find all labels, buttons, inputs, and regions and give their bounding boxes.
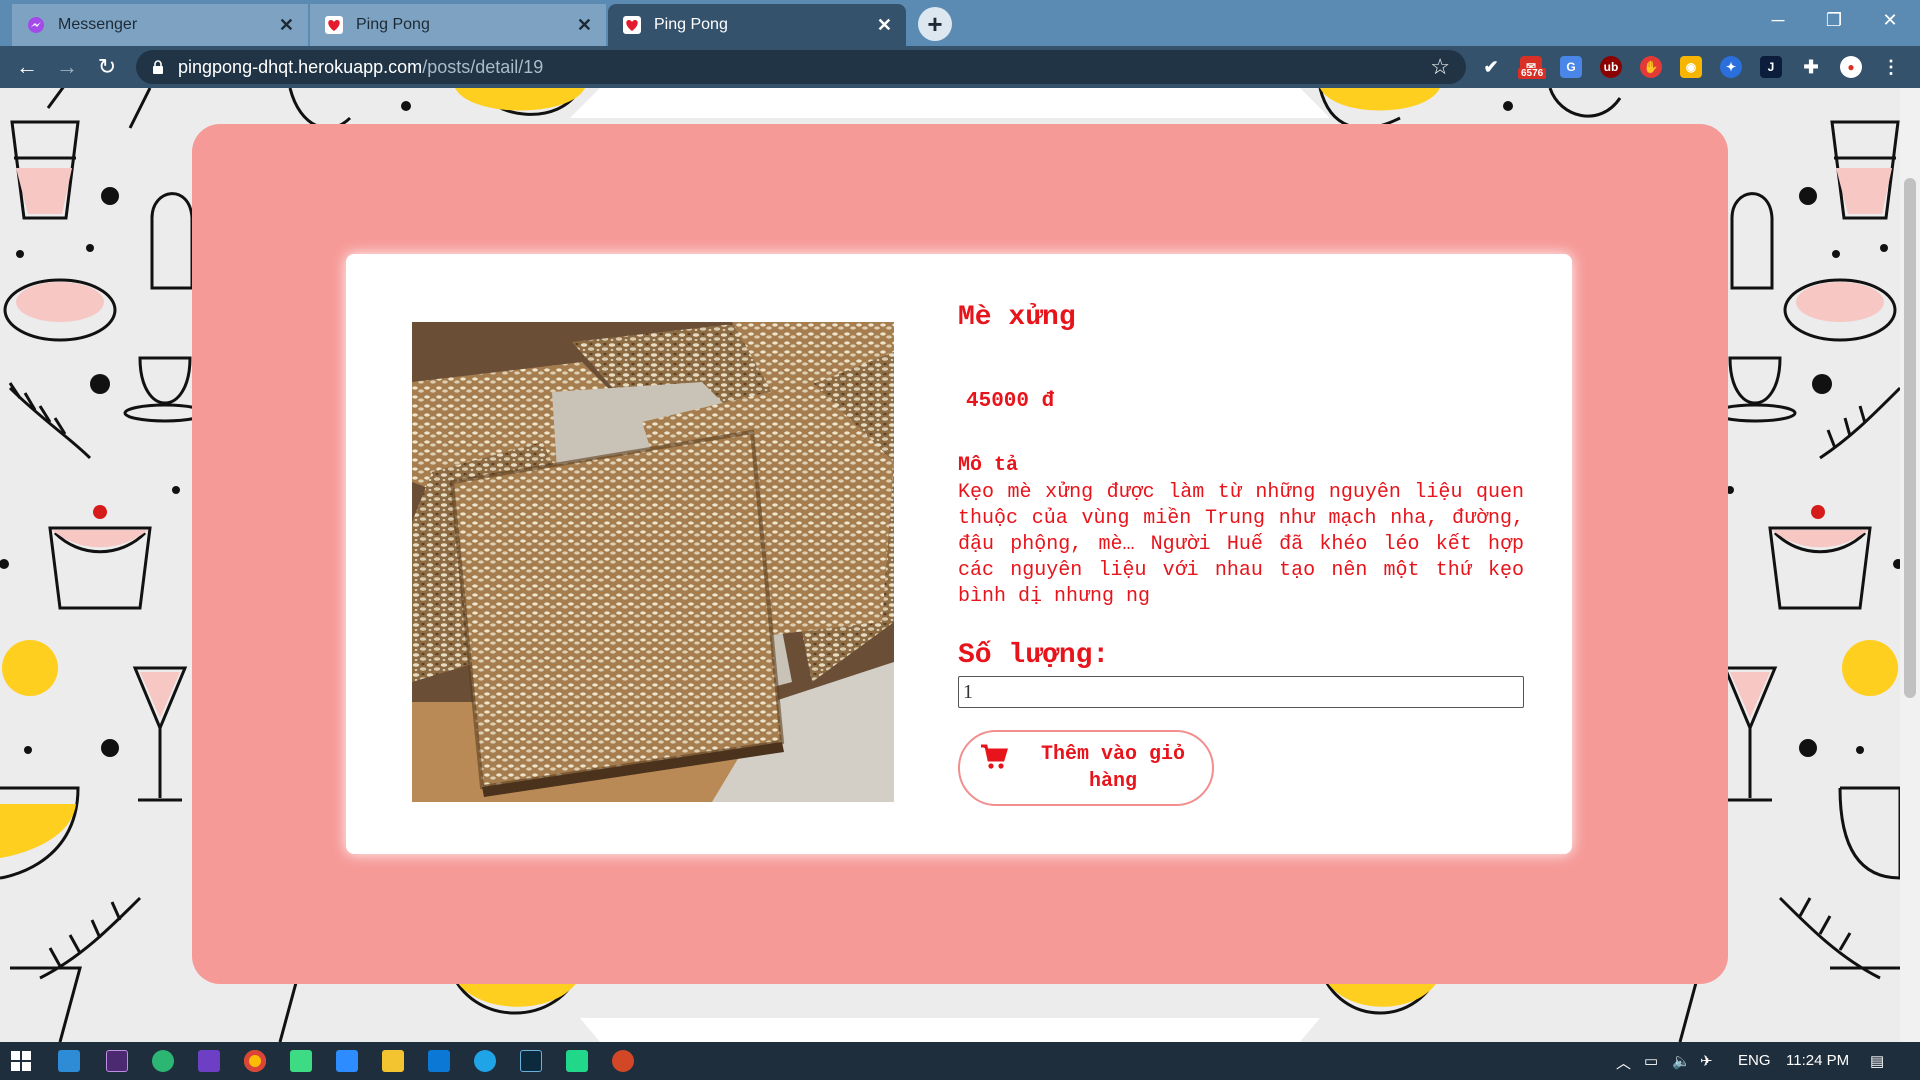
battery-icon[interactable]: ▭: [1644, 1052, 1658, 1070]
file-explorer-icon[interactable]: [382, 1050, 404, 1072]
heart-icon: [324, 15, 344, 35]
restore-icon[interactable]: ❐: [1806, 0, 1862, 40]
add-to-cart-label: Thêm vào giỏ hàng: [1040, 743, 1186, 793]
notification-icon[interactable]: ▤: [1870, 1052, 1884, 1070]
tab-title: Ping Pong: [356, 16, 430, 33]
premiere-icon[interactable]: [106, 1050, 128, 1072]
close-tab-icon[interactable]: ✕: [279, 15, 294, 36]
close-tab-icon[interactable]: ✕: [877, 15, 892, 36]
address-bar[interactable]: pingpong-dhqt.herokuapp.com/posts/detail…: [136, 50, 1466, 84]
quantity-input[interactable]: [958, 676, 1524, 708]
extension-icon[interactable]: J: [1760, 56, 1782, 78]
windows-start-icon[interactable]: [10, 1050, 32, 1072]
mail-icon[interactable]: [58, 1050, 80, 1072]
minimize-icon[interactable]: ─: [1750, 0, 1806, 40]
adblock-icon[interactable]: ✋: [1640, 56, 1662, 78]
page-scrollbar[interactable]: [1900, 88, 1920, 1042]
scrollbar-thumb[interactable]: [1904, 178, 1916, 698]
volume-icon[interactable]: 🔈: [1672, 1052, 1691, 1070]
new-tab-button[interactable]: +: [918, 7, 952, 41]
product-title: Mè xửng: [958, 302, 1076, 333]
android-studio-icon[interactable]: [290, 1050, 312, 1072]
menu-icon[interactable]: ⋮: [1880, 56, 1902, 78]
extension-icon[interactable]: ◉: [1680, 56, 1702, 78]
lightroom-icon[interactable]: [520, 1050, 542, 1072]
translate-icon[interactable]: G: [1560, 56, 1582, 78]
quantity-label: Số lượng:: [958, 640, 1110, 671]
app-icon[interactable]: [152, 1050, 174, 1072]
clock[interactable]: 11:24 PM: [1786, 1052, 1849, 1069]
description-heading: Mô tả: [958, 454, 1019, 477]
url-path: /posts/detail/19: [422, 56, 544, 77]
zoom-icon[interactable]: [336, 1050, 358, 1072]
vscode-icon[interactable]: [428, 1050, 450, 1072]
tab-title: Messenger: [58, 16, 138, 33]
product-description: Kẹo mè xửng được làm từ những nguyên liệ…: [958, 481, 1524, 608]
close-tab-icon[interactable]: ✕: [577, 15, 592, 36]
check-icon[interactable]: ✔: [1480, 56, 1502, 78]
gmail-unread-badge: 6576: [1518, 68, 1547, 79]
browser-toolbar: ← → ↻ pingpong-dhqt.herokuapp.com/posts/…: [0, 46, 1920, 88]
powerpoint-icon[interactable]: [612, 1050, 634, 1072]
edge-icon[interactable]: [474, 1050, 496, 1072]
url-host: pingpong-dhqt.herokuapp.com: [178, 56, 423, 77]
windows-taskbar: ︿ ▭ 🔈 ✈ ENG 11:24 PM ▤: [0, 1042, 1920, 1080]
tab-ping-pong[interactable]: Ping Pong ✕: [310, 4, 606, 46]
reload-icon[interactable]: ↻: [92, 52, 122, 82]
tab-ping-pong-active[interactable]: Ping Pong ✕: [608, 4, 906, 46]
avatar[interactable]: ●: [1840, 56, 1862, 78]
lock-icon: [152, 60, 164, 74]
heart-icon: [622, 15, 642, 35]
chevron-up-icon[interactable]: ︿: [1616, 1052, 1631, 1073]
browser-tab-bar: Messenger ✕ Ping Pong ✕ Ping Pong ✕ + ─ …: [0, 0, 1920, 46]
shopping-cart-icon: [980, 744, 1009, 770]
product-image: [412, 322, 894, 802]
tab-messenger[interactable]: Messenger ✕: [12, 4, 308, 46]
tab-title: Ping Pong: [654, 16, 728, 33]
back-icon[interactable]: ←: [12, 52, 42, 82]
forward-icon[interactable]: →: [52, 52, 82, 82]
language-indicator[interactable]: ENG: [1738, 1052, 1771, 1069]
pycharm-icon[interactable]: [566, 1050, 588, 1072]
close-window-icon[interactable]: ✕: [1862, 0, 1918, 40]
puzzle-icon[interactable]: ✚: [1800, 56, 1822, 78]
chrome-icon[interactable]: [244, 1050, 266, 1072]
network-icon[interactable]: ✈: [1700, 1052, 1713, 1070]
bookmark-star-icon[interactable]: ☆: [1430, 54, 1450, 80]
ublock-icon[interactable]: ub: [1600, 56, 1622, 78]
add-to-cart-button[interactable]: Thêm vào giỏ hàng: [958, 730, 1214, 806]
product-price: 45000 đ: [966, 390, 1055, 413]
messenger-icon: [26, 15, 46, 35]
extension-icon[interactable]: ✦: [1720, 56, 1742, 78]
visual-studio-icon[interactable]: [198, 1050, 220, 1072]
